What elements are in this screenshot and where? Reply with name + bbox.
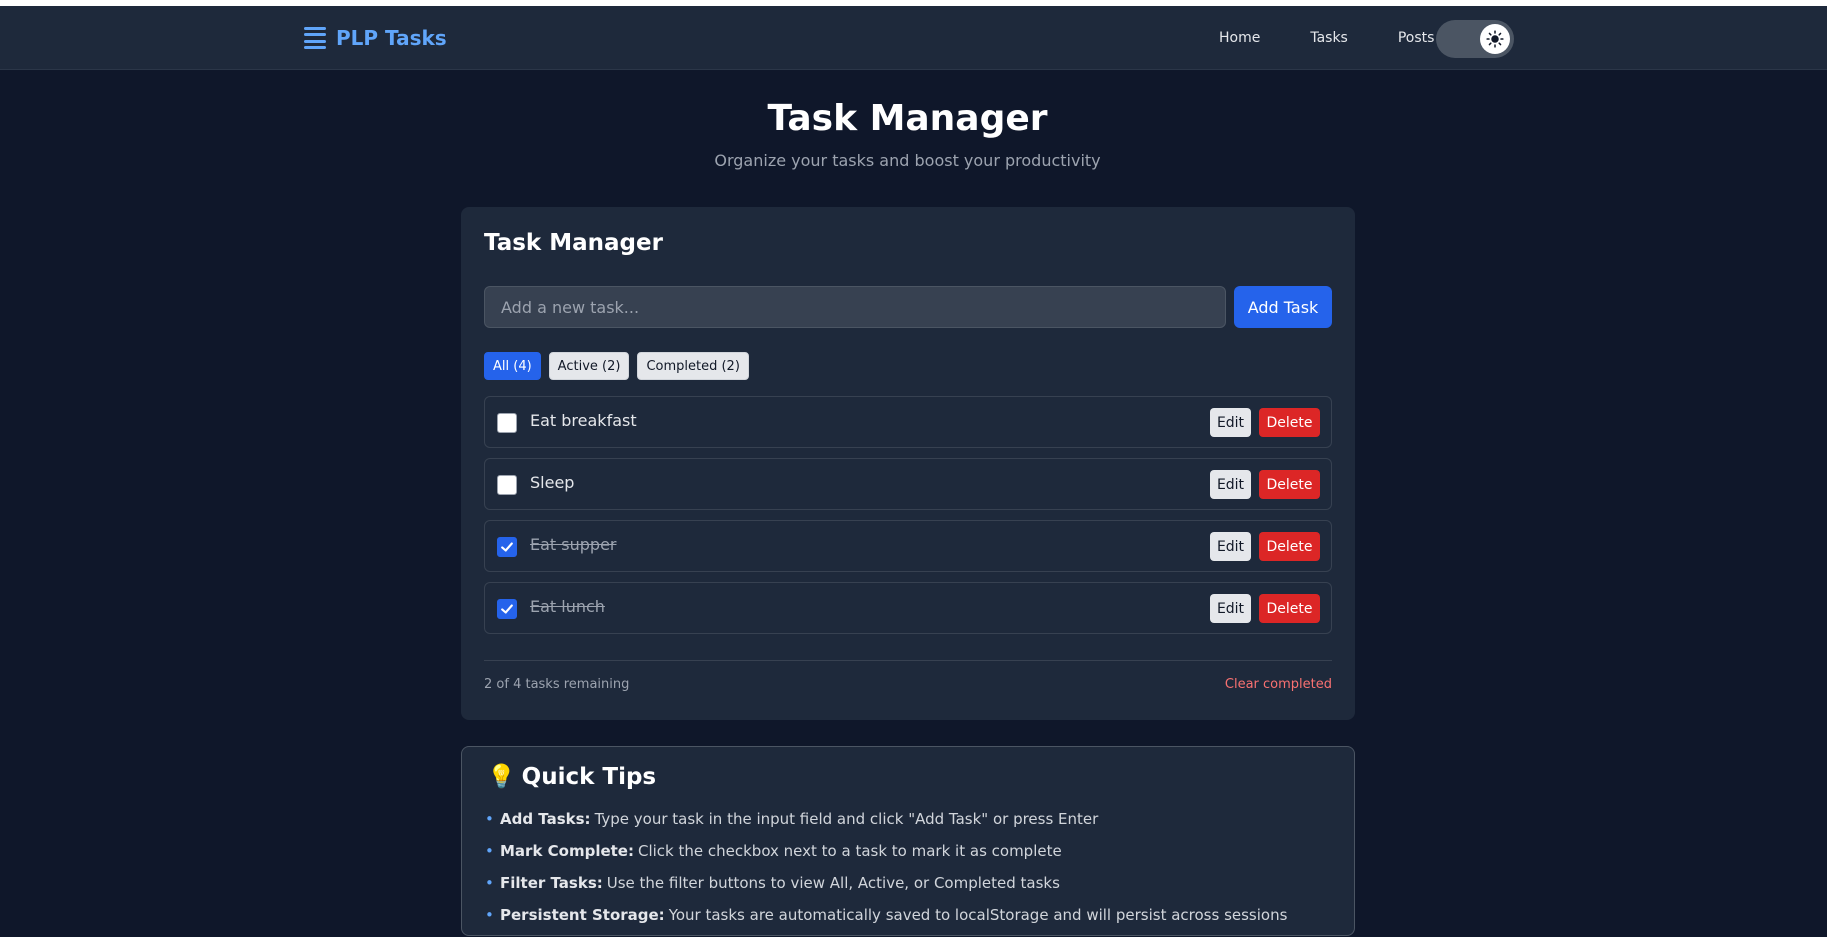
filter-completed-button[interactable]: Completed (2) — [637, 352, 749, 380]
delete-button[interactable]: Delete — [1259, 470, 1320, 499]
edit-button[interactable]: Edit — [1210, 532, 1251, 561]
theme-toggle[interactable] — [1436, 20, 1514, 58]
brand-link[interactable]: PLP Tasks — [304, 24, 447, 52]
task-row: Eat lunch Edit Delete — [484, 582, 1332, 634]
menu-icon — [304, 27, 326, 49]
tip-item: • Persistent Storage: Your tasks are autom… — [485, 905, 1287, 937]
filter-all-button[interactable]: All (4) — [484, 352, 541, 380]
nav-links: Home Tasks Posts — [1205, 26, 1470, 50]
tip-item: • Filter Tasks: Use the filter buttons to … — [485, 873, 1287, 905]
navbar: PLP Tasks Home Tasks Posts — [0, 6, 1827, 70]
nav-link-home[interactable]: Home — [1205, 26, 1274, 50]
task-text: Eat breakfast — [530, 411, 637, 430]
task-row: Eat breakfast Edit Delete — [484, 396, 1332, 448]
sun-icon — [1486, 30, 1504, 48]
delete-button[interactable]: Delete — [1259, 408, 1320, 437]
bullet-icon: • — [485, 874, 494, 892]
card-title: Task Manager — [484, 230, 663, 256]
task-checkbox[interactable] — [497, 599, 517, 619]
tip-text: Use the filter buttons to view All, Acti… — [606, 874, 1060, 892]
bullet-icon: • — [485, 842, 494, 860]
page-title: Task Manager — [767, 98, 1048, 139]
tip-label: Persistent Storage: — [500, 906, 665, 924]
task-list: Eat breakfast Edit Delete Sleep Edit Del… — [484, 396, 1332, 644]
tips-list: • Add Tasks: Type your task in the input f… — [485, 809, 1287, 937]
checkmark-icon — [501, 604, 513, 614]
tip-label: Add Tasks: — [500, 810, 591, 828]
add-task-button[interactable]: Add Task — [1234, 286, 1332, 328]
tips-title: 💡 Quick Tips — [487, 763, 657, 791]
edit-button[interactable]: Edit — [1210, 594, 1251, 623]
task-checkbox[interactable] — [497, 537, 517, 557]
checkmark-icon — [501, 542, 513, 552]
task-text: Eat supper — [530, 535, 617, 554]
delete-button[interactable]: Delete — [1259, 594, 1320, 623]
tip-text: Type your task in the input field and cl… — [594, 810, 1099, 828]
task-row: Sleep Edit Delete — [484, 458, 1332, 510]
toggle-knob — [1480, 24, 1510, 54]
edit-button[interactable]: Edit — [1210, 470, 1251, 499]
delete-button[interactable]: Delete — [1259, 532, 1320, 561]
divider — [484, 660, 1332, 661]
tip-item: • Mark Complete: Click the checkbox next t… — [485, 841, 1287, 873]
clear-completed-link[interactable]: Clear completed — [1225, 677, 1332, 692]
tip-text: Your tasks are automatically saved to lo… — [668, 906, 1288, 924]
edit-button[interactable]: Edit — [1210, 408, 1251, 437]
new-task-input[interactable] — [484, 286, 1226, 328]
task-checkbox[interactable] — [497, 475, 517, 495]
quick-tips-card: 💡 Quick Tips • Add Tasks: Type your task i… — [461, 746, 1355, 936]
tip-label: Filter Tasks: — [500, 874, 603, 892]
task-text: Sleep — [530, 473, 575, 492]
filter-bar: All (4) Active (2) Completed (2) — [484, 352, 749, 380]
lightbulb-icon: 💡 — [487, 764, 516, 790]
tips-title-text: Quick Tips — [521, 763, 657, 790]
bullet-icon: • — [485, 906, 494, 924]
task-row: Eat supper Edit Delete — [484, 520, 1332, 572]
nav-link-tasks[interactable]: Tasks — [1296, 26, 1362, 50]
task-card: Task Manager Add Task All (4) Active (2)… — [461, 207, 1355, 720]
tip-text: Click the checkbox next to a task to mar… — [637, 842, 1062, 860]
tasks-remaining-text: 2 of 4 tasks remaining — [484, 677, 630, 692]
filter-active-button[interactable]: Active (2) — [548, 352, 630, 380]
page-subtitle: Organize your tasks and boost your produ… — [714, 151, 1101, 170]
brand-name: PLP Tasks — [336, 26, 447, 50]
tip-label: Mark Complete: — [500, 842, 634, 860]
task-checkbox[interactable] — [497, 413, 517, 433]
task-text: Eat lunch — [530, 597, 605, 616]
bullet-icon: • — [485, 810, 494, 828]
tip-item: • Add Tasks: Type your task in the input f… — [485, 809, 1287, 841]
